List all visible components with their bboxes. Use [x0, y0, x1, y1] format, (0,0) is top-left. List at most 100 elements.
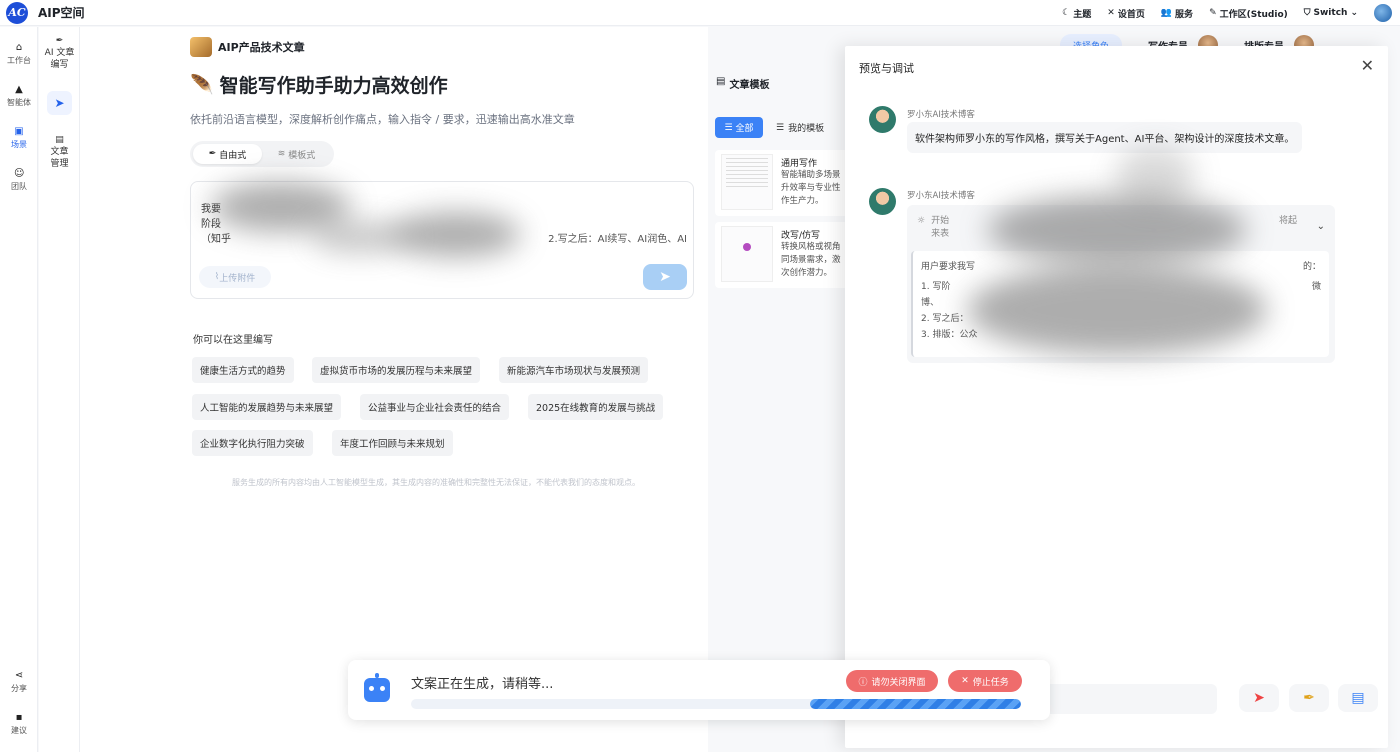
rail-item-workbench[interactable]: ⌂ 工作台: [0, 43, 38, 66]
prompt-editor[interactable]: 我要 阶段 （知乎2.写之后：AI续写、AI润色、AI ⌇上传附件 ➤: [190, 181, 694, 299]
redaction-blur: [967, 265, 1267, 355]
top-bar: AC AIP空间 ☾ 主题 ✕ 设首页 👥 服务 ✎ 工作区(Studio) ⛉ Swit…: [0, 0, 1400, 26]
tab-all-templates[interactable]: ☰ 全部: [715, 117, 763, 138]
disclaimer: 服务生成的所有内容均由人工智能模型生成，其生成内容的准确性和完整性无法保证，不能…: [232, 478, 640, 487]
avatar: [869, 188, 896, 215]
info-icon: ⓘ: [858, 677, 868, 688]
progress-fill: [809, 699, 1021, 709]
suggestion-label: 你可以在这里编写: [193, 335, 273, 346]
feather-icon: 🪶: [190, 74, 214, 96]
set-home-button[interactable]: ✕ 设首页: [1107, 7, 1145, 20]
suggestion-chip[interactable]: 新能源汽车市场现状与发展预测: [499, 357, 649, 383]
page-subtitle: 依托前沿语言模型，深度解析创作痛点，输入指令 / 要求，迅速输出高水准文章: [190, 113, 575, 126]
template-panel: ▤ 文章模板 ☰ 全部 ☰ 我的模板 通用写作 智能辅助多场景 升效率与专业性 作生产…: [708, 60, 851, 752]
suggestion-chip[interactable]: 年度工作回顾与未来规划: [332, 430, 453, 456]
studio-button[interactable]: ✎ 工作区(Studio): [1209, 7, 1288, 20]
redaction-blur: [311, 222, 411, 252]
doc-settings-button[interactable]: ▤: [1338, 684, 1378, 712]
agent-icon: ▲: [15, 84, 23, 95]
close-icon[interactable]: ✕: [1361, 56, 1374, 75]
suggestion-chip[interactable]: 企业数字化执行阻力突破: [192, 430, 313, 456]
generation-progress: 文案正在生成，请稍等... ⓘ 请勿关闭界面 ✕ 停止任务: [348, 660, 1050, 720]
message-bubble: 软件架构师罗小东的写作风格，撰写关于Agent、AI平台、架构设计的深度技术文章…: [907, 122, 1303, 153]
chevron-down-icon[interactable]: ⌄: [1317, 221, 1325, 232]
chat-icon: ▪: [15, 712, 23, 723]
preview-drawer: 预览与调试 ✕ 罗小东AI技术博客 软件架构师罗小东的写作风格，撰写关于Agen…: [845, 46, 1388, 748]
rail-item-team[interactable]: ☺ 团队: [0, 169, 38, 192]
feather-icon: ✒: [1303, 690, 1315, 706]
user-avatar[interactable]: [1374, 4, 1392, 22]
doc-header: AIP产品技术文章: [190, 37, 305, 57]
left-rail: ⌂ 工作台 ▲ 智能体 ▣ 场景 ☺ 团队 ⋖ 分享 ▪ 建议: [0, 27, 38, 752]
redaction-blur: [1115, 146, 1195, 206]
template-card[interactable]: 通用写作 智能辅助多场景 升效率与专业性 作生产力。: [715, 150, 851, 216]
home-icon: ⌂: [15, 42, 23, 53]
send-nav-icon[interactable]: ➤: [47, 91, 72, 115]
spinner-icon: ☼: [917, 216, 926, 226]
moon-icon: ☾: [1062, 8, 1071, 18]
users-icon: 👥: [1160, 8, 1173, 18]
robot-icon: [364, 673, 390, 702]
chat-input[interactable]: [1035, 684, 1217, 714]
layers-icon: ≋: [277, 149, 286, 159]
app-title: AIP空间: [38, 6, 85, 20]
shield-icon: ⛉: [1303, 8, 1311, 18]
team-icon: ☺: [14, 168, 25, 179]
tab-free[interactable]: ✒ 自由式: [193, 144, 262, 164]
laptop-icon: [190, 37, 212, 57]
page-title: 🪶 智能写作助手助力高效创作: [190, 74, 448, 97]
tab-my-templates[interactable]: ☰ 我的模板: [776, 117, 824, 138]
document-icon: ▤: [55, 135, 64, 145]
sender-name: 罗小东AI技术博客: [907, 110, 975, 120]
mode-tabs: ✒ 自由式 ≋ 模板式: [190, 141, 334, 167]
suggestion-chip[interactable]: 公益事业与企业社会责任的结合: [360, 394, 510, 420]
template-heading: ▤ 文章模板: [716, 76, 770, 91]
stop-task-button[interactable]: ✕ 停止任务: [948, 670, 1022, 692]
pen-icon: ✎: [1209, 8, 1217, 18]
send-button[interactable]: ➤: [1239, 684, 1279, 712]
template-icon: ▤: [716, 76, 726, 87]
suggestion-chip[interactable]: 2025在线教育的发展与挑战: [528, 394, 664, 420]
rail-item-scene[interactable]: ▣ 场景: [0, 127, 38, 150]
rail-item-feedback[interactable]: ▪ 建议: [0, 713, 38, 736]
rail-item-agent[interactable]: ▲ 智能体: [0, 85, 38, 108]
progress-text: 文案正在生成，请稍等...: [411, 677, 554, 692]
progress-track: [411, 699, 1021, 709]
suggestion-chip[interactable]: 人工智能的发展趋势与未来展望: [192, 394, 342, 420]
main-panel: AIP产品技术文章 🪶 智能写作助手助力高效创作 依托前沿语言模型，深度解析创作…: [80, 27, 708, 752]
do-not-close-button[interactable]: ⓘ 请勿关闭界面: [846, 670, 938, 692]
subnav-item-manage[interactable]: ▤ 文章管理: [39, 134, 80, 170]
send-icon: ➤: [1253, 690, 1265, 706]
write-button[interactable]: ✒: [1289, 684, 1329, 712]
suggestion-chip[interactable]: 健康生活方式的趋势: [192, 357, 294, 383]
top-actions: ☾ 主题 ✕ 设首页 👥 服务 ✎ 工作区(Studio) ⛉ Switch ⌄: [1062, 0, 1400, 26]
service-button[interactable]: 👥 服务: [1161, 7, 1193, 20]
chevron-down-icon: ⌄: [1350, 8, 1358, 18]
switch-dropdown[interactable]: ⛉ Switch ⌄: [1304, 8, 1358, 18]
document-icon: ▤: [1351, 690, 1365, 706]
sender-name: 罗小东AI技术博客: [907, 191, 975, 201]
template-thumbnail: [721, 154, 773, 210]
upload-attachment-button[interactable]: ⌇ 上传附件: [199, 266, 271, 288]
rail-item-share[interactable]: ⋖ 分享: [0, 671, 38, 694]
share-icon: ⋖: [14, 670, 24, 681]
template-thumbnail: [721, 226, 773, 282]
sub-nav: ✒ AI 文章编写 ➤ ▤ 文章管理: [39, 27, 80, 752]
tab-template[interactable]: ≋ 模板式: [262, 144, 331, 164]
list-icon: ☰: [776, 122, 785, 133]
suggestion-chip[interactable]: 虚拟货币市场的发展历程与未来展望: [312, 357, 481, 383]
thinking-block[interactable]: ☼ 开始 来表 将起 ⌄ 用户要求我写 的： 1. 写阶微 博、 2. 写之后： 3…: [907, 195, 1335, 363]
close-icon: ✕: [961, 676, 969, 686]
redaction-blur: [987, 195, 1247, 265]
send-button[interactable]: ➤: [643, 264, 687, 290]
list-icon: ☰: [724, 122, 733, 133]
app-logo[interactable]: AC: [6, 1, 28, 24]
drawer-title: 预览与调试: [859, 62, 914, 75]
feather-icon: ✒: [208, 149, 217, 159]
avatar: [869, 106, 896, 133]
feather-icon: ✒: [55, 36, 64, 46]
theme-button[interactable]: ☾ 主题: [1062, 7, 1091, 20]
subnav-item-write[interactable]: ✒ AI 文章编写: [39, 35, 80, 71]
tools-icon: ✕: [1107, 8, 1115, 18]
template-card[interactable]: 改写/仿写 转换风格或视角 同场景需求，激 次创作潜力。: [715, 222, 851, 288]
